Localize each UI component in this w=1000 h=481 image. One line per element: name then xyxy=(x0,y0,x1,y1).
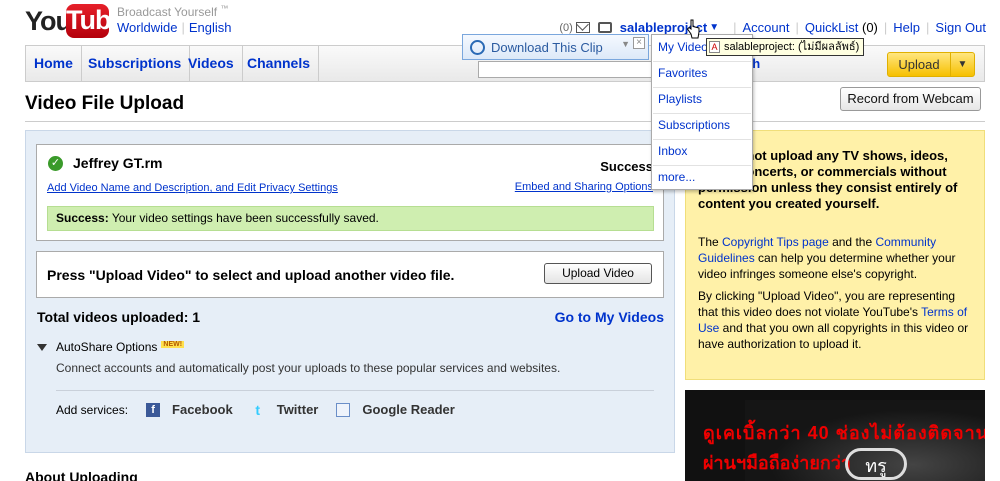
nav-divider: | xyxy=(926,20,930,35)
google-reader-service[interactable]: Google Reader xyxy=(336,402,455,417)
upload-another-prompt: Press "Upload Video" to select and uploa… xyxy=(47,267,455,283)
menu-divider xyxy=(653,61,751,62)
youtube-logo[interactable]: You Tube xyxy=(25,4,126,38)
menu-item-more[interactable]: more... xyxy=(658,170,695,184)
locale-links: Worldwide | English xyxy=(117,20,231,35)
warning-text: and that you own all copyrights in this … xyxy=(698,321,969,351)
tagline: Broadcast Yourself ™ xyxy=(117,4,228,19)
tagline-text: Broadcast Yourself xyxy=(117,5,218,19)
quicklist-count: (0) xyxy=(861,20,878,35)
inbox-count: (0) xyxy=(559,21,573,34)
success-message: Success: Your video settings have been s… xyxy=(47,206,654,231)
dictionary-icon: A xyxy=(709,41,720,53)
nav-divider: | xyxy=(795,20,799,35)
tagline-tm: ™ xyxy=(220,4,229,13)
download-clip-label: Download This Clip xyxy=(491,40,603,55)
menu-divider xyxy=(653,139,751,140)
warning-text: The xyxy=(698,235,723,249)
page-title: Video File Upload xyxy=(25,93,185,114)
quicklist-link[interactable]: QuickList xyxy=(805,20,858,35)
user-nav: (0) salableproject ▼ | Account | QuickLi… xyxy=(559,20,986,35)
search-input[interactable] xyxy=(478,61,654,78)
tab-videos[interactable]: Videos xyxy=(180,46,243,81)
upload-chevron-icon[interactable]: ▼ xyxy=(950,53,974,76)
chevron-down-icon[interactable]: ▼ xyxy=(709,22,719,33)
facebook-label: Facebook xyxy=(172,402,233,417)
copyright-tips-link[interactable]: Copyright Tips page xyxy=(722,235,829,249)
account-link[interactable]: Account xyxy=(743,20,790,35)
uploaded-file-box: ✓ Jeffrey GT.rm Success Add Video Name a… xyxy=(36,144,664,241)
go-to-my-videos-link[interactable]: Go to My Videos xyxy=(555,309,664,325)
warning-copyright-tips: The Copyright Tips page and the Communit… xyxy=(698,234,978,282)
menu-divider xyxy=(653,87,751,88)
username-tooltip: A salableproject: (ไม่มีผลลัพธ์) xyxy=(706,38,865,56)
autoshare-title: AutoShare Options xyxy=(56,340,158,354)
warning-text: and the xyxy=(828,235,876,249)
close-icon[interactable]: × xyxy=(633,37,645,49)
download-icon xyxy=(470,40,485,55)
total-videos-uploaded: Total videos uploaded: 1 xyxy=(37,309,201,325)
success-text: Your video settings have been successful… xyxy=(108,211,379,225)
menu-divider xyxy=(653,113,751,114)
mail-icon[interactable] xyxy=(575,22,590,33)
facebook-icon: f xyxy=(146,402,161,417)
record-webcam-button[interactable]: Record from Webcam xyxy=(840,87,981,111)
tab-subscriptions[interactable]: Subscriptions xyxy=(80,46,191,81)
file-name: Jeffrey GT.rm xyxy=(73,155,163,171)
file-status: Success xyxy=(600,159,653,174)
twitter-service[interactable]: t Twitter xyxy=(251,401,319,418)
menu-divider xyxy=(653,165,751,166)
new-badge: NEW! xyxy=(161,340,185,348)
add-services-row: Add services: f Facebook t Twitter Google … xyxy=(56,402,455,417)
help-link[interactable]: Help xyxy=(893,20,920,35)
country-link[interactable]: Worldwide xyxy=(117,20,177,35)
warning-terms-agreement: By clicking "Upload Video", you are repr… xyxy=(698,288,978,352)
upload-button-label: Upload xyxy=(898,57,940,72)
download-clip-widget[interactable]: Download This Clip ▼ × xyxy=(462,34,649,60)
success-check-icon: ✓ xyxy=(48,156,63,171)
autoshare-divider xyxy=(56,390,654,391)
upload-another-box: Press "Upload Video" to select and uploa… xyxy=(36,251,664,298)
menu-item-playlists[interactable]: Playlists xyxy=(658,92,702,106)
add-services-label: Add services: xyxy=(56,402,129,417)
about-uploading-heading: About Uploading xyxy=(25,469,138,481)
google-reader-icon xyxy=(336,402,351,417)
upload-button[interactable]: Upload ▼ xyxy=(887,52,975,77)
menu-item-subscriptions[interactable]: Subscriptions xyxy=(658,118,730,132)
facebook-service[interactable]: f Facebook xyxy=(146,402,233,417)
tab-home[interactable]: Home xyxy=(26,46,82,81)
hand-cursor-icon xyxy=(686,19,700,39)
nav-divider: | xyxy=(733,20,737,35)
language-link[interactable]: English xyxy=(189,20,232,35)
title-divider xyxy=(25,121,985,122)
signout-link[interactable]: Sign Out xyxy=(935,20,986,35)
success-label: Success: xyxy=(56,211,109,225)
tab-channels[interactable]: Channels xyxy=(239,46,320,81)
ad-subline: ผ่านฯมือถือง่ายกว่า xyxy=(703,453,852,473)
tv-icon[interactable] xyxy=(597,22,612,33)
logo-tube-text: Tube xyxy=(66,5,126,35)
nav-divider: | xyxy=(883,20,888,35)
logo-tube-box: Tube xyxy=(66,4,126,38)
twitter-icon: t xyxy=(255,401,261,418)
autoshare-toggle[interactable]: AutoShare Options NEW! xyxy=(37,340,185,354)
warning-text: By clicking "Upload Video", you are repr… xyxy=(698,289,956,319)
advertisement-banner[interactable]: ดูเคเบิ้ลกว่า 40 ช่องไม่ต้องติดจาน ผ่านฯ… xyxy=(685,390,985,481)
google-reader-label: Google Reader xyxy=(362,402,455,417)
menu-item-inbox[interactable]: Inbox xyxy=(658,144,687,158)
twitter-label: Twitter xyxy=(276,402,319,417)
ad-brand-logo: ทรู xyxy=(845,448,907,480)
logo-you-text: You xyxy=(25,6,72,36)
upload-video-button[interactable]: Upload Video xyxy=(544,263,652,284)
collapse-triangle-icon[interactable] xyxy=(37,343,47,351)
edit-video-settings-link[interactable]: Add Video Name and Description, and Edit… xyxy=(47,182,338,194)
autoshare-description: Connect accounts and automatically post … xyxy=(56,361,561,375)
download-menu-chevron-icon[interactable]: ▼ xyxy=(621,39,630,49)
user-dropdown-menu: My Videos Favorites Playlists Subscripti… xyxy=(651,34,753,190)
ad-headline: ดูเคเบิ้ลกว่า 40 ช่องไม่ต้องติดจาน xyxy=(703,423,985,443)
embed-sharing-link[interactable]: Embed and Sharing Options xyxy=(515,181,653,193)
tooltip-text: salableproject: (ไม่มีผลลัพธ์) xyxy=(724,41,860,53)
menu-item-favorites[interactable]: Favorites xyxy=(658,66,707,80)
locale-divider: | xyxy=(181,20,185,35)
